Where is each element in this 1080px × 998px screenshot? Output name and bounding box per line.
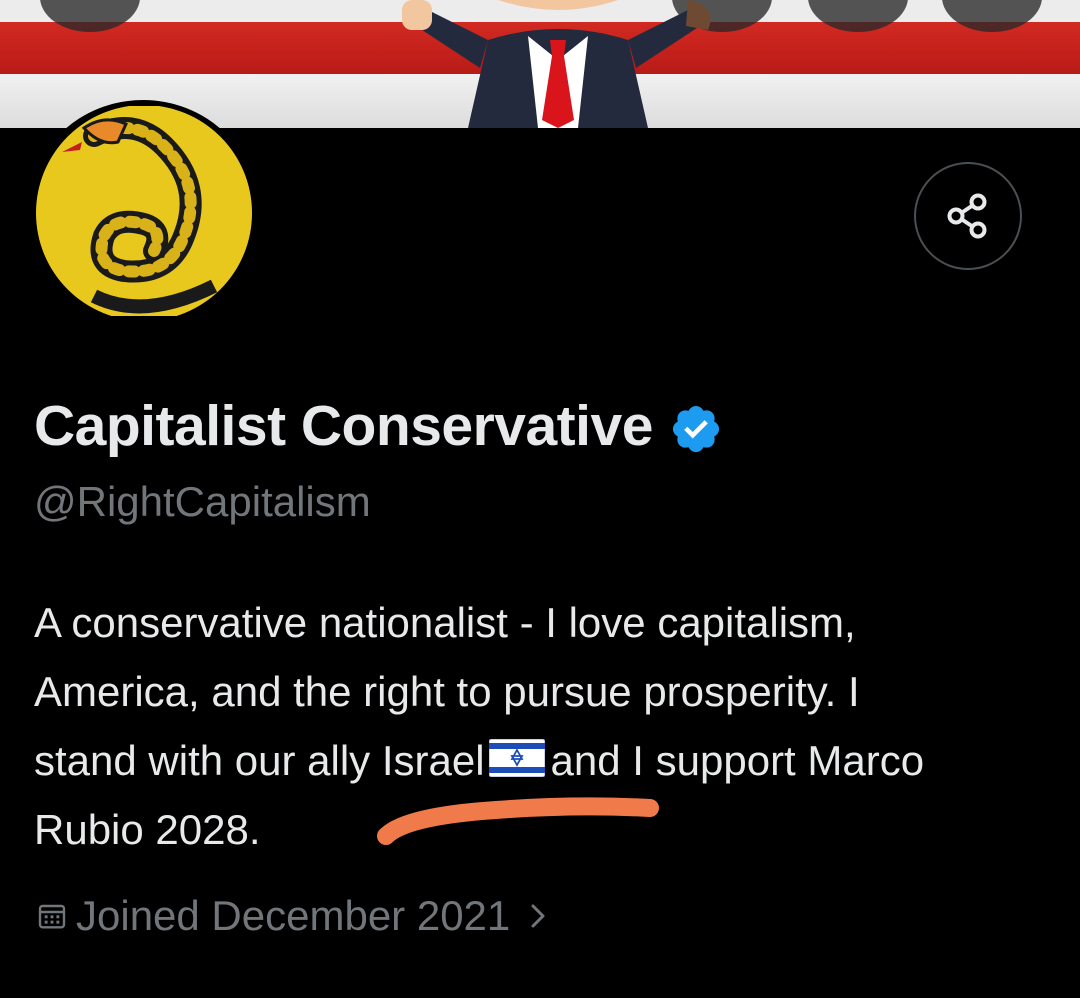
calendar-icon: [38, 904, 66, 929]
verified-badge-icon[interactable]: [669, 402, 723, 456]
banner-cartoon-figure: [402, 0, 711, 128]
joined-date-link[interactable]: Joined December 2021: [36, 892, 548, 940]
bio-text: stand with our ally Israel: [34, 737, 485, 784]
share-icon: [947, 193, 987, 239]
annotation-underline: [377, 797, 659, 845]
display-name-row: Capitalist Conservative: [34, 393, 723, 459]
display-name: Capitalist Conservative: [34, 394, 653, 458]
avatar[interactable]: [28, 100, 258, 320]
joined-date-text: Joined December 2021: [76, 892, 511, 939]
israel-flag-emoji: [488, 739, 545, 777]
bio-line: stand with our ally Israel and I support…: [34, 726, 1044, 795]
chevron-right-icon: [531, 904, 545, 928]
profile-page: Capitalist Conservative @RightCapitalism…: [0, 0, 1080, 998]
share-button[interactable]: [914, 162, 1022, 270]
user-handle: @RightCapitalism: [34, 478, 371, 525]
bio-line: A conservative nationalist - I love capi…: [34, 599, 856, 646]
gadsden-snake-avatar-image: [36, 106, 252, 316]
bio-text: and I support Marco: [550, 737, 925, 784]
bio-line: America, and the right to pursue prosper…: [34, 668, 860, 715]
